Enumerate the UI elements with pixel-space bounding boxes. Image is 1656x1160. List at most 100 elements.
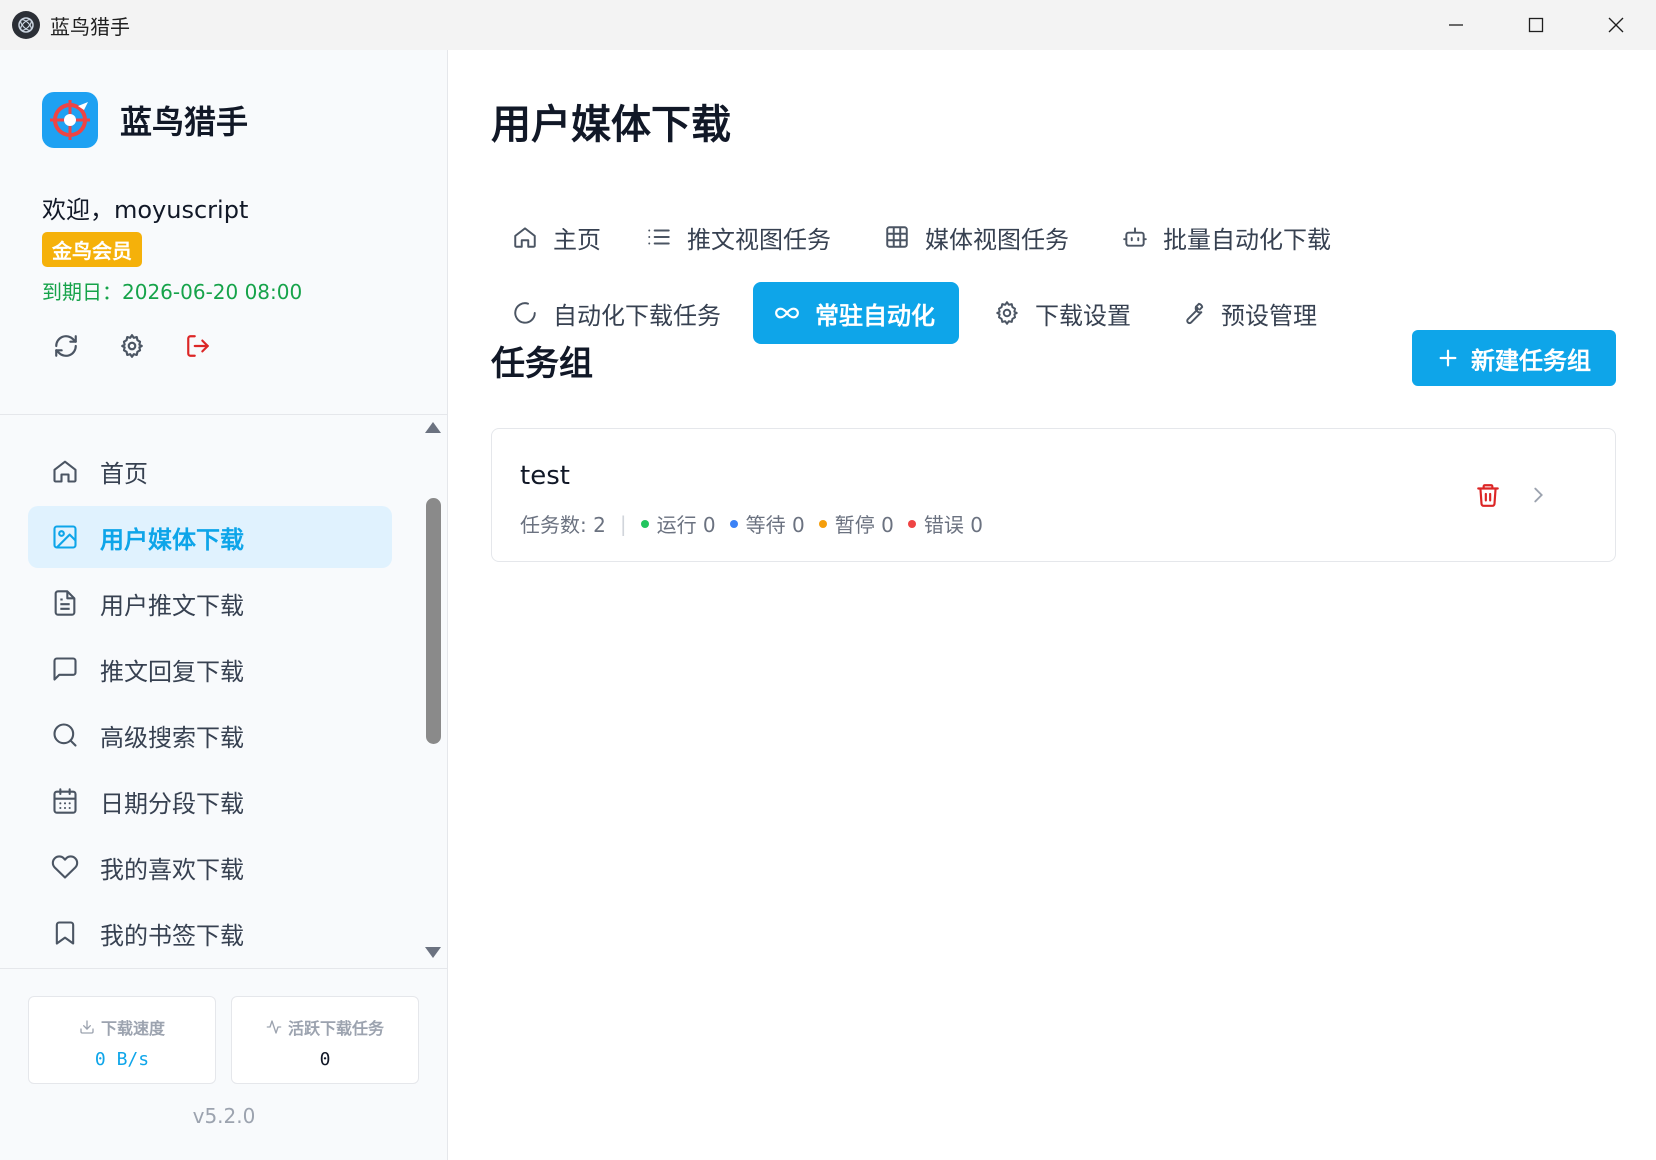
tab-label: 下载设置 [1035,301,1131,330]
sidebar-item-label: 首页 [100,459,148,488]
sidebar-item-bookmarks[interactable]: 我的书签下载 [28,902,392,964]
minimize-button[interactable] [1416,0,1496,50]
scroll-up-arrow-icon[interactable] [425,422,441,433]
sidebar-item-label: 高级搜索下载 [100,723,244,752]
tab-preset-management[interactable]: 预设管理 [1159,282,1337,344]
home-icon [511,223,539,251]
brand-name: 蓝鸟猎手 [120,103,249,141]
robot-icon [1121,223,1149,251]
sidebar-scrollbar[interactable] [422,420,444,966]
loading-icon [511,299,539,327]
title-bar: 蓝鸟猎手 [0,0,1656,50]
open-group-button[interactable] [1522,479,1554,511]
chevron-right-icon [1534,487,1543,503]
membership-badge: 金鸟会员 [42,232,142,267]
tab-label: 预设管理 [1221,301,1317,330]
sidebar-item-replies[interactable]: 推文回复下载 [28,638,392,700]
search-icon [50,720,80,750]
download-speed-label: 下载速度 [100,1019,165,1038]
task-group-name: test [520,461,570,491]
activity-icon [266,1020,282,1034]
settings-button[interactable] [118,332,146,360]
tab-download-settings[interactable]: 下载设置 [973,282,1151,344]
tab-label: 推文视图任务 [687,225,831,254]
refresh-icon [55,335,77,357]
main-content: 用户媒体下载 主页 推文视图任务 媒体视图任务 批量自动化下载 自动化下载任务 … [449,50,1656,1160]
welcome-text: 欢迎，moyuscript [42,196,249,224]
grid-icon [883,223,911,251]
active-tasks-value: 0 [319,1049,331,1070]
wrench-icon [1179,299,1207,327]
sidebar-item-user-tweets[interactable]: 用户推文下载 [28,572,392,634]
sidebar-item-user-media[interactable]: 用户媒体下载 [28,506,392,568]
maximize-button[interactable] [1496,0,1576,50]
sidebar-nav: 首页 用户媒体下载 用户推文下载 推文回复下载 高级搜索下载 日期分段下载 我的… [0,415,420,968]
running-dot-icon [640,519,649,528]
scrollbar-thumb[interactable] [426,498,441,744]
separator: | [619,511,627,536]
refresh-button[interactable] [52,332,80,360]
sidebar-item-label: 我的书签下载 [100,921,244,950]
bookmark-icon [50,918,80,948]
brand: 蓝鸟猎手 [42,92,248,148]
download-icon [80,1020,94,1034]
document-icon [50,588,80,618]
status-error: 错误 0 [907,509,983,538]
divider [0,968,448,969]
sidebar-item-home[interactable]: 首页 [28,440,392,502]
sidebar-item-advanced-search[interactable]: 高级搜索下载 [28,704,392,766]
new-task-group-button[interactable]: 新建任务组 [1412,330,1616,386]
scroll-down-arrow-icon[interactable] [425,947,441,958]
new-task-group-label: 新建任务组 [1471,346,1591,375]
heart-icon [50,852,80,882]
comment-icon [50,654,80,684]
logout-button[interactable] [184,332,212,360]
infinity-icon [773,299,801,327]
tab-media-view-tasks[interactable]: 媒体视图任务 [863,206,1089,268]
active-tasks-card: 活跃下载任务 0 [231,996,419,1084]
delete-group-button[interactable] [1472,479,1504,511]
image-icon [50,522,80,552]
section-title: 任务组 [491,344,593,384]
tab-label: 自动化下载任务 [553,301,721,330]
tab-batch-auto-download[interactable]: 批量自动化下载 [1101,206,1351,268]
sidebar-item-label: 用户推文下载 [100,591,244,620]
sidebar-item-label: 推文回复下载 [100,657,244,686]
sidebar-item-label: 日期分段下载 [100,789,244,818]
tab-label: 主页 [553,225,601,254]
plus-icon [1439,349,1457,367]
close-button[interactable] [1576,0,1656,50]
error-dot-icon [907,519,916,528]
tab-auto-download-tasks[interactable]: 自动化下载任务 [491,282,741,344]
tab-persistent-automation[interactable]: 常驻自动化 [753,282,959,344]
tab-home[interactable]: 主页 [491,206,621,268]
waiting-dot-icon [729,519,738,528]
page-title: 用户媒体下载 [491,102,731,148]
sidebar-item-label: 用户媒体下载 [100,525,244,554]
minimize-icon [1449,24,1463,26]
tab-label: 批量自动化下载 [1163,225,1331,254]
window-controls [1416,0,1656,50]
task-group-card[interactable]: test 任务数: 2 | 运行 0 等待 0 暂停 0 错误 0 [491,428,1616,562]
window-title: 蓝鸟猎手 [50,14,130,39]
active-tasks-label: 活跃下载任务 [287,1019,384,1038]
logout-icon [187,335,209,357]
task-count: 任务数: 2 [520,513,606,537]
sidebar-item-date-range[interactable]: 日期分段下载 [28,770,392,832]
download-speed-value: 0 B/s [94,1049,150,1070]
close-icon [1608,17,1624,33]
list-icon [645,223,673,251]
home-icon [50,456,80,486]
sidebar-item-likes[interactable]: 我的喜欢下载 [28,836,392,898]
trash-icon [1477,484,1499,507]
status-waiting: 等待 0 [729,509,805,538]
sidebar: 蓝鸟猎手 欢迎，moyuscript 金鸟会员 到期日：2026-06-20 0… [0,50,448,1160]
quick-actions [52,332,212,360]
sidebar-item-label: 我的喜欢下载 [100,855,244,884]
calendar-icon [50,786,80,816]
download-speed-card: 下载速度 0 B/s [28,996,216,1084]
gear-icon [993,299,1021,327]
tab-tweet-view-tasks[interactable]: 推文视图任务 [625,206,851,268]
app-version: v5.2.0 [192,1104,256,1128]
app-icon [12,11,40,39]
